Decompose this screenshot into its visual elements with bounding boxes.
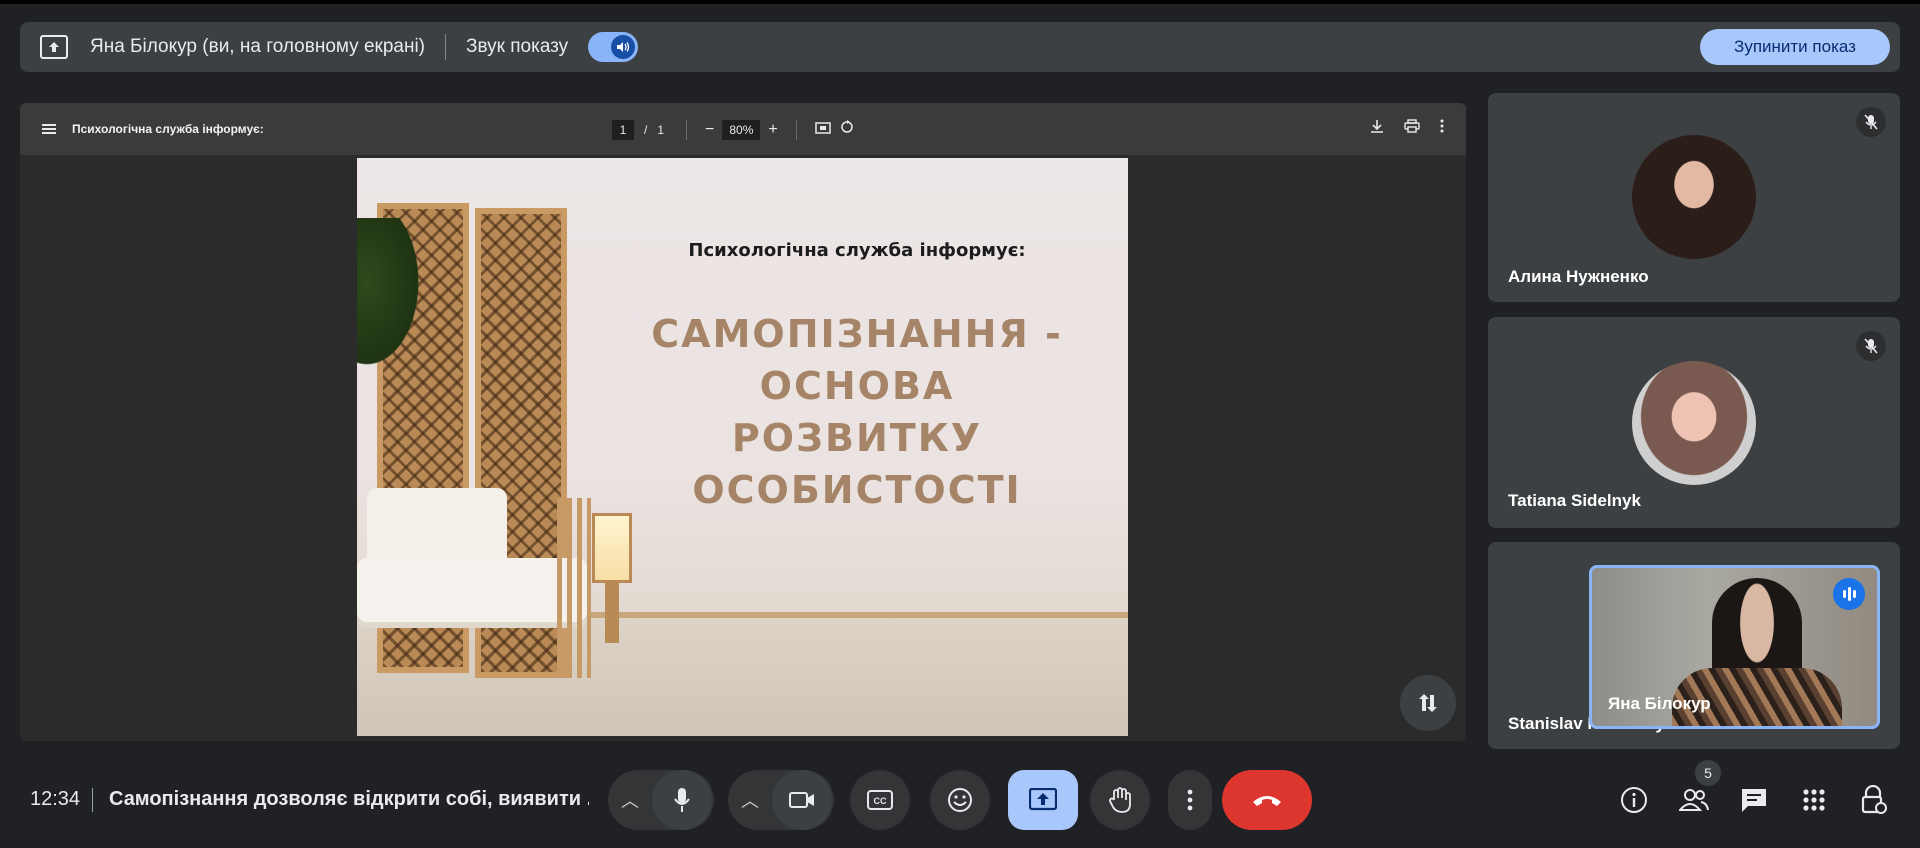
swap-layout-button[interactable]	[1400, 675, 1456, 731]
mic-button[interactable]	[652, 770, 712, 830]
print-icon[interactable]	[1404, 119, 1420, 133]
slide-title: САМОПІЗНАННЯ - ОСНОВА РОЗВИТКУ ОСОБИСТОС…	[607, 308, 1107, 516]
chevron-up-icon[interactable]: ︿	[608, 787, 652, 813]
lamp-image	[592, 513, 632, 583]
bottom-bar: 12:34 Самопізнання дозволяє відкрити соб…	[0, 762, 1920, 838]
page-controls: 1 / 1 − 80% +	[612, 119, 863, 140]
pdf-title: Психологічна служба інформує:	[72, 122, 264, 136]
plant-image	[357, 218, 427, 378]
stop-presenting-button[interactable]: Зупинити показ	[1700, 29, 1890, 65]
total-pages: 1	[657, 122, 665, 137]
mic-off-icon	[1856, 107, 1886, 137]
participant-tile[interactable]: Tatiana Sidelnyk	[1488, 317, 1900, 528]
hang-up-icon	[1253, 796, 1281, 806]
fit-page-icon[interactable]	[814, 121, 831, 139]
captions-button[interactable]: CC	[850, 770, 910, 830]
divider	[686, 119, 688, 140]
menu-icon[interactable]	[42, 124, 56, 134]
slide-title-line: РОЗВИТКУ	[731, 416, 983, 460]
armchair-frame	[557, 498, 591, 678]
top-edge	[0, 0, 1920, 4]
people-icon[interactable]	[1678, 784, 1710, 816]
raise-hand-button[interactable]	[1090, 770, 1150, 830]
clock: 12:34	[30, 788, 81, 810]
hand-icon	[1109, 787, 1131, 813]
armchair-seat	[357, 558, 587, 628]
camera-control: ︿	[728, 770, 834, 830]
slide-title-line: САМОПІЗНАННЯ -	[651, 312, 1063, 356]
more-vert-icon	[1187, 789, 1193, 811]
rotate-icon[interactable]	[839, 119, 855, 140]
slide-page: Психологічна служба інформує: САМОПІЗНАН…	[357, 158, 1128, 736]
present-screen-icon	[1029, 788, 1057, 811]
swap-arrows-icon	[1419, 694, 1437, 712]
host-controls-lock-icon[interactable]	[1858, 784, 1890, 816]
pdf-toolbar: Психологічна служба інформує: 1 / 1 − 80…	[20, 103, 1466, 155]
mic-control: ︿	[608, 770, 714, 830]
mic-off-icon	[1856, 331, 1886, 361]
present-screen-icon	[40, 35, 68, 59]
speaker-icon	[611, 35, 636, 59]
svg-text:CC: CC	[874, 796, 887, 806]
divider	[92, 788, 93, 812]
slide-floor	[357, 616, 1128, 736]
leave-call-button[interactable]	[1222, 770, 1312, 830]
slide-title-line: ОСНОВА	[759, 364, 955, 408]
camera-button[interactable]	[772, 770, 832, 830]
divider	[795, 119, 797, 140]
reactions-button[interactable]	[930, 770, 990, 830]
camera-icon	[789, 792, 814, 808]
self-view[interactable]: Яна Білокур	[1589, 565, 1880, 729]
page-number-input[interactable]: 1	[612, 119, 634, 140]
people-count-badge: 5	[1695, 760, 1721, 786]
armchair-back	[367, 488, 507, 568]
sound-label: Звук показу	[466, 36, 569, 57]
download-icon[interactable]	[1370, 119, 1384, 133]
slide-subtitle: Психологічна служба інформує:	[688, 240, 1026, 261]
divider	[445, 34, 446, 60]
chevron-up-icon[interactable]: ︿	[728, 787, 772, 813]
page-separator: /	[644, 122, 648, 137]
slide-title-line: ОСОБИСТОСТІ	[692, 468, 1022, 512]
emoji-icon	[948, 788, 972, 812]
avatar	[1632, 361, 1756, 485]
participant-name: Алина Нужненко	[1508, 267, 1649, 286]
meeting-name: Самопізнання дозволяє відкрити собі, вия…	[109, 788, 589, 810]
zoom-out-icon[interactable]: −	[705, 121, 714, 139]
sound-toggle[interactable]	[588, 32, 639, 62]
more-options-button[interactable]	[1168, 770, 1212, 830]
speaking-indicator-icon	[1833, 578, 1865, 610]
present-now-button[interactable]	[1008, 770, 1078, 830]
lamp-stand	[605, 583, 619, 643]
chat-icon[interactable]	[1738, 784, 1770, 816]
zoom-input[interactable]: 80%	[722, 119, 761, 140]
captions-icon: CC	[867, 790, 893, 810]
participant-name: Tatiana Sidelnyk	[1508, 491, 1641, 510]
more-options-icon[interactable]	[1440, 119, 1444, 133]
activities-icon[interactable]	[1798, 784, 1830, 816]
meeting-info-icon[interactable]	[1618, 784, 1650, 816]
zoom-in-icon[interactable]: +	[768, 121, 777, 139]
participant-tile[interactable]: Алина Нужненко	[1488, 93, 1900, 302]
mic-icon	[674, 788, 690, 812]
presenter-text: Яна Білокур (ви, на головному екрані)	[90, 36, 425, 57]
presenting-bar: Яна Білокур (ви, на головному екрані) Зв…	[20, 22, 1900, 72]
self-name: Яна Білокур	[1608, 694, 1711, 713]
pdf-viewer: Психологічна служба інформує: 1 / 1 − 80…	[20, 103, 1466, 741]
avatar	[1632, 135, 1756, 259]
